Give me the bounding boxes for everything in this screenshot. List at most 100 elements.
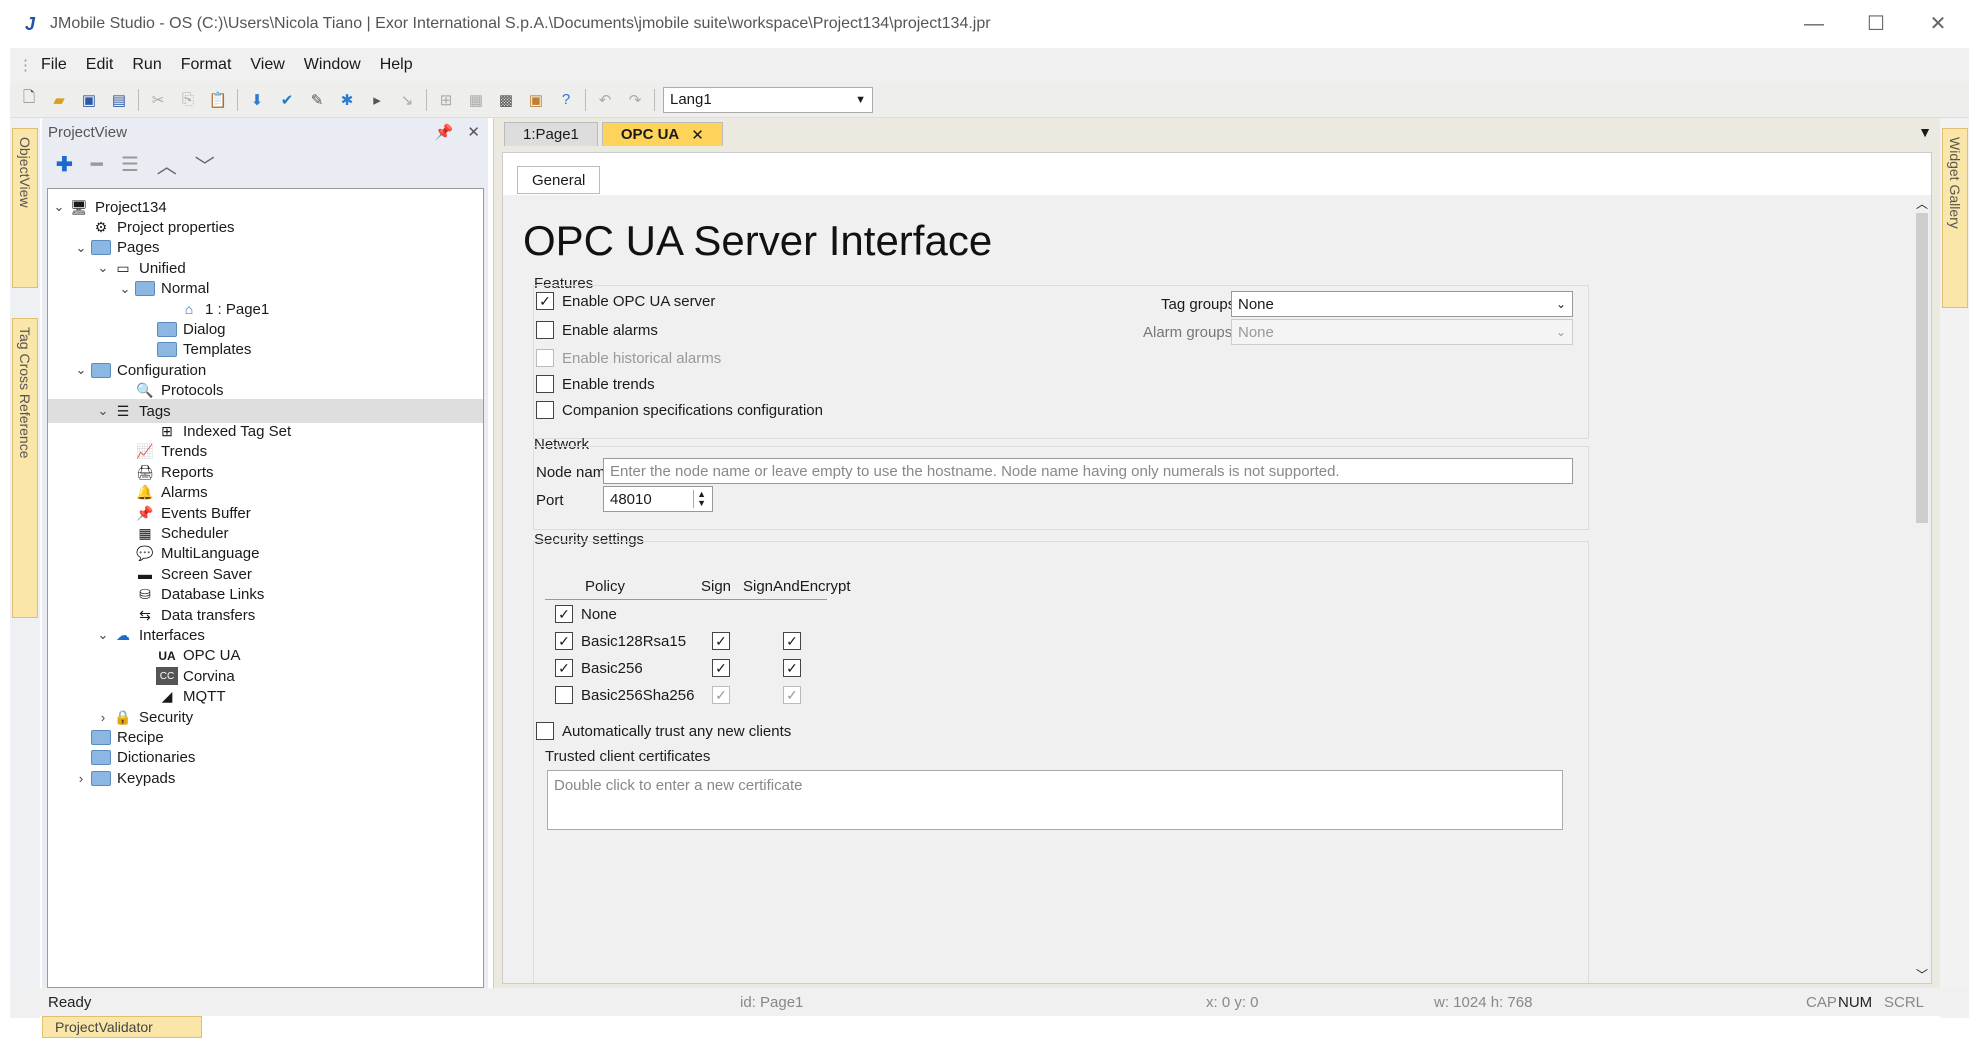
undo-icon[interactable]: ↶: [594, 89, 616, 111]
tree-item-label: Configuration: [117, 361, 207, 379]
menu-edit[interactable]: Edit: [86, 56, 114, 74]
cut-icon[interactable]: ✂: [147, 89, 169, 111]
properties-list-icon[interactable]: ☰: [121, 152, 139, 177]
spin-arrows-icon[interactable]: ▲ ▼: [693, 490, 706, 508]
sign-checkbox-basic128rsa15[interactable]: ✓: [712, 632, 730, 650]
pointer-tool-icon[interactable]: ↘: [396, 89, 418, 111]
port-spinbox[interactable]: 48010 ▲ ▼: [603, 486, 713, 512]
redo-icon[interactable]: ↷: [624, 89, 646, 111]
col-policy-header: Policy: [585, 578, 626, 595]
objectview-tab[interactable]: ObjectView: [12, 128, 38, 288]
scroll-up-icon[interactable]: ︿: [1916, 195, 1928, 212]
port-value: 48010: [610, 490, 652, 508]
chevron-down-icon[interactable]: ⌄: [72, 362, 90, 378]
menu-window[interactable]: Window: [304, 56, 361, 74]
widget-gallery-tab[interactable]: Widget Gallery: [1942, 128, 1968, 308]
chevron-down-icon[interactable]: ⌄: [94, 260, 112, 276]
new-file-icon[interactable]: 🗋: [18, 89, 40, 111]
chevron-down-icon[interactable]: ⌄: [72, 240, 90, 256]
trusted-certificates-list[interactable]: Double click to enter a new certificate: [547, 770, 1563, 830]
node-name-input[interactable]: Enter the node name or leave empty to us…: [603, 458, 1573, 484]
project-tree: ⌄ 🖥 Project134 ⚙ Project properties ⌄ Pages ⌄ ▭ U…: [47, 188, 484, 988]
scrollbar-thumb[interactable]: [1916, 213, 1928, 523]
policy-name: Basic128Rsa15: [581, 632, 687, 650]
tab-opc-ua[interactable]: OPC UA ✕: [601, 122, 723, 146]
tree-item-label: Unified: [139, 259, 186, 277]
minimize-button[interactable]: —: [1783, 0, 1845, 48]
close-tab-icon[interactable]: ✕: [691, 126, 704, 144]
package-icon[interactable]: ▣: [525, 89, 547, 111]
remove-icon[interactable]: ━: [91, 152, 103, 177]
vertical-scrollbar[interactable]: ︿ ﹀: [1913, 195, 1931, 983]
menu-run[interactable]: Run: [132, 56, 161, 74]
trend-icon: 📈: [136, 443, 154, 460]
close-window-button[interactable]: ✕: [1907, 0, 1969, 48]
signandencrypt-checkbox-basic128rsa15[interactable]: ✓: [783, 632, 801, 650]
chevron-right-icon[interactable]: ›: [94, 710, 112, 725]
align-icon[interactable]: ▦: [465, 89, 487, 111]
tab-general[interactable]: General: [517, 166, 601, 194]
menu-view[interactable]: View: [250, 56, 284, 74]
save-all-icon[interactable]: ▤: [108, 89, 130, 111]
enable-historical-alarms-checkbox[interactable]: Enable historical alarms: [536, 349, 721, 367]
validate-icon[interactable]: ✔: [276, 89, 298, 111]
checkbox-box: ✓: [712, 659, 730, 677]
download-icon[interactable]: ⬇: [246, 89, 268, 111]
enable-trends-checkbox[interactable]: Enable trends: [536, 375, 655, 393]
policy-checkbox-basic128rsa15[interactable]: ✓ Basic128Rsa15: [555, 632, 686, 650]
pencil-icon[interactable]: ✎: [306, 89, 328, 111]
project-validator-label: ProjectValidator: [55, 1019, 153, 1035]
play-icon[interactable]: ▸: [366, 89, 388, 111]
tab-list-dropdown-icon[interactable]: ▼: [1918, 124, 1932, 140]
sign-checkbox-basic256sha256[interactable]: ✓: [712, 686, 730, 704]
help-icon[interactable]: ?: [555, 89, 577, 111]
bell-icon: 🔔: [136, 484, 154, 501]
menu-format[interactable]: Format: [181, 56, 232, 74]
open-folder-icon[interactable]: ▰: [48, 89, 70, 111]
save-icon[interactable]: ▣: [78, 89, 100, 111]
enable-alarms-checkbox[interactable]: Enable alarms: [536, 321, 658, 339]
project-view-header: ProjectView 📌 ✕: [42, 118, 488, 146]
chevron-down-icon[interactable]: ⌄: [94, 627, 112, 643]
page-title: OPC UA Server Interface: [523, 217, 993, 264]
signandencrypt-checkbox-basic256[interactable]: ✓: [783, 659, 801, 677]
tag-groups-select[interactable]: None ⌄: [1231, 291, 1573, 317]
enable-opcua-server-checkbox[interactable]: ✓ Enable OPC UA server: [536, 292, 715, 310]
copy-icon[interactable]: ⎘: [177, 89, 199, 111]
chevron-down-icon[interactable]: ⌄: [116, 281, 134, 297]
project-validator-tab[interactable]: ProjectValidator: [42, 1016, 202, 1038]
auto-trust-clients-checkbox[interactable]: Automatically trust any new clients: [536, 722, 791, 740]
right-side-strip: Widget Gallery: [1940, 118, 1969, 1018]
tab-page1[interactable]: 1:Page1: [504, 122, 598, 146]
policy-checkbox-basic256[interactable]: ✓ Basic256: [555, 659, 643, 677]
move-down-icon[interactable]: ﹀: [195, 150, 215, 179]
checkbox-label: Automatically trust any new clients: [562, 722, 792, 740]
signandencrypt-checkbox-basic256sha256[interactable]: ✓: [783, 686, 801, 704]
alarm-groups-select[interactable]: None ⌄: [1231, 319, 1573, 345]
grid-icon[interactable]: ⊞: [435, 89, 457, 111]
policy-checkbox-none[interactable]: ✓ None: [555, 605, 617, 623]
paste-icon[interactable]: 📋: [207, 89, 229, 111]
project-view-title: ProjectView: [48, 123, 127, 141]
tree-item-label: Interfaces: [139, 626, 205, 644]
pin-icon[interactable]: 📌: [435, 124, 454, 141]
menu-file[interactable]: File: [41, 56, 67, 74]
policy-checkbox-basic256sha256[interactable]: Basic256Sha256: [555, 686, 694, 704]
close-panel-icon[interactable]: ✕: [467, 124, 480, 141]
move-up-icon[interactable]: ︿: [157, 150, 177, 179]
debug-icon[interactable]: ✱: [336, 89, 358, 111]
menu-help[interactable]: Help: [380, 56, 413, 74]
sign-checkbox-basic256[interactable]: ✓: [712, 659, 730, 677]
add-icon[interactable]: ✚: [56, 152, 73, 177]
chevron-right-icon[interactable]: ›: [72, 771, 90, 786]
tag-cross-reference-tab[interactable]: Tag Cross Reference: [12, 318, 38, 618]
chevron-down-icon[interactable]: ⌄: [94, 403, 112, 419]
layout-icon[interactable]: ▩: [495, 89, 517, 111]
maximize-button[interactable]: ☐: [1845, 0, 1907, 48]
language-select[interactable]: Lang1 ▼: [663, 86, 873, 113]
companion-specs-checkbox[interactable]: Companion specifications configuration: [536, 401, 823, 419]
chevron-down-icon[interactable]: ⌄: [50, 199, 68, 215]
scroll-down-icon[interactable]: ﹀: [1916, 966, 1928, 983]
menu-bar: ⋮ File Edit Run Format View Window Help: [10, 48, 1969, 82]
tree-item-keypads[interactable]: › Keypads: [72, 766, 176, 790]
